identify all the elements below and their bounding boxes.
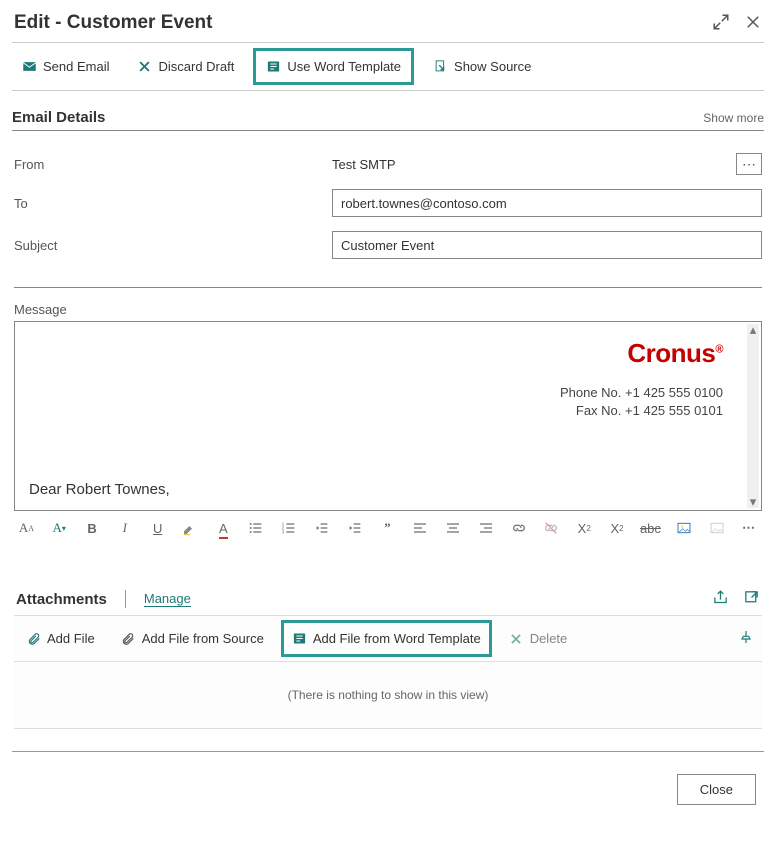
superscript-icon[interactable]: X2 (576, 519, 593, 537)
from-more-button[interactable]: ⋯ (736, 153, 762, 175)
word-template-icon (266, 59, 281, 74)
align-left-icon[interactable] (412, 519, 429, 537)
discard-draft-icon (137, 59, 152, 74)
indent-icon[interactable] (346, 519, 363, 537)
bullet-list-icon[interactable] (248, 519, 265, 537)
show-source-icon (433, 59, 448, 74)
close-button[interactable]: Close (677, 774, 756, 805)
italic-icon[interactable]: I (116, 519, 133, 537)
paperclip-icon (121, 631, 136, 646)
delete-label: Delete (530, 631, 568, 646)
scrollbar[interactable]: ▴ ▾ (747, 324, 759, 508)
message-label: Message (12, 302, 764, 317)
action-toolbar: Send Email Discard Draft Use Word Templa… (12, 42, 764, 91)
send-email-button[interactable]: Send Email (16, 55, 115, 78)
dialog-title: Edit - Customer Event (14, 12, 212, 34)
contact-block: Phone No. +1 425 555 0100 Fax No. +1 425… (560, 384, 723, 420)
separator (14, 287, 762, 288)
quote-icon[interactable]: ” (379, 519, 396, 537)
attachments-header: Attachments Manage (12, 589, 764, 609)
font-color-icon[interactable]: A (215, 519, 232, 537)
close-icon[interactable] (744, 13, 762, 34)
popout-icon[interactable] (743, 589, 760, 609)
bold-icon[interactable]: B (84, 519, 101, 537)
align-center-icon[interactable] (445, 519, 462, 537)
to-label: To (14, 196, 332, 211)
underline-icon[interactable]: U (149, 519, 166, 537)
add-file-from-word-template-label: Add File from Word Template (313, 631, 481, 646)
use-word-template-label: Use Word Template (287, 59, 401, 74)
font-size-down-icon[interactable]: A▾ (51, 519, 68, 537)
pin-icon[interactable] (738, 629, 754, 648)
subscript-icon[interactable]: X2 (609, 519, 626, 537)
show-more-link[interactable]: Show more (703, 111, 764, 125)
scroll-down-icon[interactable]: ▾ (747, 496, 759, 508)
email-details-form: From Test SMTP ⋯ To Subject (12, 153, 764, 259)
manage-link[interactable]: Manage (144, 591, 191, 607)
add-file-button[interactable]: Add File (20, 627, 101, 650)
email-details-title: Email Details (12, 109, 105, 126)
subject-row: Subject (14, 231, 762, 259)
align-right-icon[interactable] (477, 519, 494, 537)
attachments-title: Attachments (16, 591, 107, 608)
discard-draft-button[interactable]: Discard Draft (131, 55, 240, 78)
send-email-icon (22, 59, 37, 74)
unlink-icon[interactable] (543, 519, 560, 537)
window-controls (712, 13, 762, 34)
show-source-button[interactable]: Show Source (427, 55, 537, 78)
discard-draft-label: Discard Draft (158, 59, 234, 74)
divider (125, 590, 126, 608)
email-details-header: Email Details Show more (12, 109, 764, 131)
brand-logo: Cronus® (627, 338, 723, 369)
show-source-label: Show Source (454, 59, 531, 74)
add-file-from-source-button[interactable]: Add File from Source (115, 627, 270, 650)
paperclip-icon (26, 631, 41, 646)
send-email-label: Send Email (43, 59, 109, 74)
attachments-empty: (There is nothing to show in this view) (14, 662, 762, 729)
dialog-footer: Close (12, 751, 764, 805)
greeting-text: Dear Robert Townes, (29, 481, 170, 498)
message-editor[interactable]: Cronus® Phone No. +1 425 555 0100 Fax No… (14, 321, 762, 511)
strikethrough-icon[interactable]: abc (641, 519, 659, 537)
delete-button[interactable]: Delete (503, 627, 574, 650)
from-row: From Test SMTP ⋯ (14, 153, 762, 175)
dialog-header: Edit - Customer Event (12, 12, 764, 40)
svg-text:3: 3 (282, 529, 285, 534)
word-template-icon (292, 631, 307, 646)
scroll-up-icon[interactable]: ▴ (747, 324, 759, 336)
rich-text-toolbar: AA A▾ B I U A 123 ” X2 X2 abc ⋯ (12, 511, 764, 545)
add-file-label: Add File (47, 631, 95, 646)
attachments-toolbar: Add File Add File from Source Add File f… (14, 615, 762, 662)
more-formatting-icon[interactable]: ⋯ (741, 519, 758, 537)
message-body[interactable]: Cronus® Phone No. +1 425 555 0100 Fax No… (15, 322, 745, 510)
subject-label: Subject (14, 238, 332, 253)
expand-icon[interactable] (712, 13, 730, 34)
to-row: To (14, 189, 762, 217)
to-input[interactable] (332, 189, 762, 217)
from-value: Test SMTP (332, 157, 728, 172)
link-icon[interactable] (510, 519, 527, 537)
subject-input[interactable] (332, 231, 762, 259)
from-label: From (14, 157, 332, 172)
font-size-up-icon[interactable]: AA (18, 519, 35, 537)
share-icon[interactable] (712, 589, 729, 609)
add-file-from-source-label: Add File from Source (142, 631, 264, 646)
outdent-icon[interactable] (313, 519, 330, 537)
add-file-from-word-template-button[interactable]: Add File from Word Template (284, 623, 489, 654)
delete-icon (509, 631, 524, 646)
number-list-icon[interactable]: 123 (281, 519, 298, 537)
highlight-icon[interactable] (182, 519, 199, 537)
insert-image-icon[interactable] (675, 519, 692, 537)
remove-image-icon[interactable] (708, 519, 725, 537)
use-word-template-button[interactable]: Use Word Template (256, 51, 411, 82)
